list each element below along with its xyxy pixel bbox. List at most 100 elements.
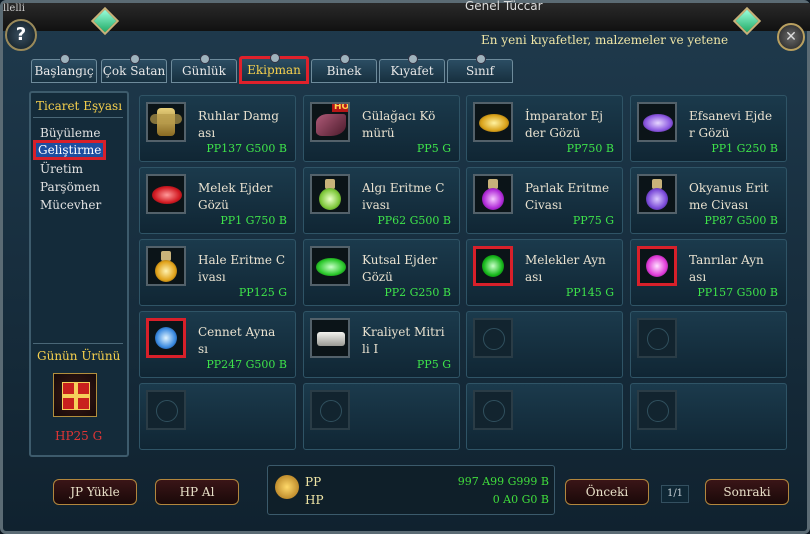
item-name: Efsanevi Ejde r Gözü	[689, 109, 773, 140]
pp-balance: 997 A99 G999 B	[457, 475, 549, 488]
purple-potion-icon	[473, 174, 513, 214]
empty-item-cell[interactable]	[466, 311, 623, 378]
tab-marker-icon	[60, 54, 70, 64]
window-top-bar: llelli Genel Tüccar	[3, 0, 810, 31]
item-price: PP1 G750 B	[220, 214, 287, 227]
item-cell[interactable]: Melek Ejder Gözü PP1 G750 B	[139, 167, 296, 234]
merchant-window: llelli Genel Tüccar ? ✕ En yeni kıyafetl…	[0, 0, 810, 534]
gold-gem-icon	[473, 102, 513, 142]
hp-balance: 0 A0 G0 B	[492, 493, 549, 506]
item-price: PP5 G	[416, 358, 451, 371]
item-cell[interactable]: Cennet Ayna sı PP247 G500 B	[139, 311, 296, 378]
amber-potion-icon	[146, 246, 186, 286]
purple-gem-icon	[637, 102, 677, 142]
jp-load-button[interactable]: JP Yükle	[53, 479, 137, 505]
item-price: PP5 G	[416, 142, 451, 155]
empty-slot-icon	[146, 390, 186, 430]
gift-box-icon	[62, 382, 90, 410]
blue-orb-icon	[146, 318, 186, 358]
next-page-button[interactable]: Sonraki	[705, 479, 789, 505]
item-name: İmparator Ej der Gözü	[525, 109, 603, 140]
item-price: PP87 G500 B	[704, 214, 778, 227]
coins-icon	[275, 475, 299, 499]
tab-ekipman[interactable]: Ekipman	[239, 53, 309, 84]
item-cell[interactable]: Kutsal Ejder Gözü PP2 G250 B	[303, 239, 460, 306]
empty-slot-icon	[473, 318, 513, 358]
currency-panel	[267, 465, 555, 515]
item-cell[interactable]: Ruhlar Damg ası PP137 G500 B	[139, 95, 296, 162]
item-name: Okyanus Erit me Civası	[689, 181, 769, 212]
item-cell[interactable]: Parlak Eritme Civası PP75 G	[466, 167, 623, 234]
previous-page-button[interactable]: Önceki	[565, 479, 649, 505]
item-cell[interactable]: Melekler Ayn ası PP145 G	[466, 239, 623, 306]
green-gem-icon	[310, 246, 350, 286]
violet-potion-icon	[637, 174, 677, 214]
item-name: Melek Ejder Gözü	[198, 181, 273, 212]
daily-item-title: Günün Ürünü	[37, 349, 121, 363]
page-indicator: 1/1	[661, 485, 689, 503]
tab-binek[interactable]: Binek	[311, 54, 377, 83]
news-ticker: En yeni kıyafetler, malzemeler ve yetene	[481, 33, 729, 47]
item-price: PP145 G	[565, 286, 614, 299]
item-name: Kraliyet Mitri li I	[362, 325, 445, 356]
tab-marker-icon	[476, 54, 486, 64]
item-cell[interactable]: İmparator Ej der Gözü PP750 B	[466, 95, 623, 162]
item-price: PP1 G250 B	[711, 142, 778, 155]
tab-gunluk[interactable]: Günlük	[171, 54, 237, 83]
hp-label: HP	[305, 493, 324, 507]
empty-item-cell[interactable]	[630, 311, 787, 378]
sidebar-item-buyuleme[interactable]: Büyüleme	[40, 126, 100, 140]
item-name: Melekler Ayn ası	[525, 253, 606, 284]
empty-item-cell[interactable]	[303, 383, 460, 450]
empty-item-cell[interactable]	[139, 383, 296, 450]
red-gem-icon	[146, 174, 186, 214]
daily-item-slot[interactable]	[53, 373, 97, 417]
item-cell[interactable]: HOT Gülağacı Kö mürü PP5 G	[303, 95, 460, 162]
pp-label: PP	[305, 475, 322, 489]
item-cell[interactable]: Hale Eritme C ivası PP125 G	[139, 239, 296, 306]
hot-badge: HOT	[332, 104, 348, 112]
item-price: PP247 G500 B	[206, 358, 287, 371]
item-name: Tanrılar Ayn ası	[689, 253, 764, 284]
sidebar-item-uretim[interactable]: Üretim	[40, 162, 83, 176]
empty-item-cell[interactable]	[630, 383, 787, 450]
item-price: PP137 G500 B	[206, 142, 287, 155]
item-price: PP750 B	[566, 142, 614, 155]
close-icon[interactable]: ✕	[777, 23, 805, 51]
tab-marker-icon	[340, 54, 350, 64]
tab-marker-icon	[270, 53, 280, 63]
item-cell[interactable]: Algı Eritme C ivası PP62 G500 B	[303, 167, 460, 234]
item-price: PP125 G	[238, 286, 287, 299]
tab-kiyafet[interactable]: Kıyafet	[379, 54, 445, 83]
empty-item-cell[interactable]	[466, 383, 623, 450]
sidebar-item-mucevher[interactable]: Mücevher	[40, 198, 101, 212]
sidebar-divider	[33, 117, 123, 118]
item-name: Gülağacı Kö mürü	[362, 109, 436, 140]
sidebar-title: Ticaret Eşyası	[36, 99, 123, 113]
silver-ingot-icon	[310, 318, 350, 358]
winged-emblem-icon	[146, 102, 186, 142]
help-icon[interactable]: ?	[5, 19, 37, 51]
empty-slot-icon	[473, 390, 513, 430]
item-cell[interactable]: Kraliyet Mitri li I PP5 G	[303, 311, 460, 378]
daily-item-price: HP25 G	[55, 429, 103, 443]
green-orb-icon	[473, 246, 513, 286]
item-cell[interactable]: Okyanus Erit me Civası PP87 G500 B	[630, 167, 787, 234]
tab-baslangic[interactable]: Başlangıç	[31, 54, 97, 83]
sidebar-divider	[33, 343, 123, 344]
window-title: Genel Tüccar	[465, 0, 543, 13]
green-potion-icon	[310, 174, 350, 214]
pink-orb-icon	[637, 246, 677, 286]
item-name: Hale Eritme C ivası	[198, 253, 286, 284]
hp-buy-button[interactable]: HP Al	[155, 479, 239, 505]
tab-marker-icon	[130, 54, 140, 64]
item-cell[interactable]: Tanrılar Ayn ası PP157 G500 B	[630, 239, 787, 306]
sidebar-item-gelistirme[interactable]: Geliştirme	[33, 140, 107, 160]
item-cell[interactable]: Efsanevi Ejde r Gözü PP1 G250 B	[630, 95, 787, 162]
tab-sinif[interactable]: Sınıf	[447, 54, 513, 83]
item-price: PP2 G250 B	[384, 286, 451, 299]
item-name: Parlak Eritme Civası	[525, 181, 610, 212]
sidebar-item-parsomen[interactable]: Parşömen	[40, 180, 100, 194]
tab-cok-satan[interactable]: Çok Satan	[101, 54, 167, 83]
item-grid: Ruhlar Damg ası PP137 G500 B HOT Gülağac…	[139, 95, 789, 455]
